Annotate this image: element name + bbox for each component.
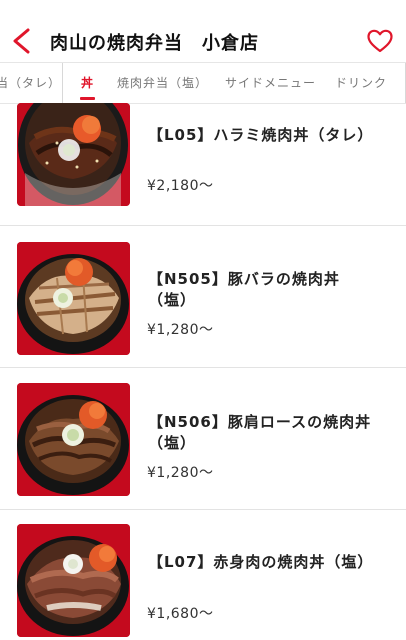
row-divider	[0, 225, 406, 226]
food-image	[17, 383, 130, 496]
food-image	[17, 242, 130, 355]
food-image	[17, 103, 130, 206]
item-name: 【N506】豚肩ロースの焼肉丼（塩）	[148, 413, 372, 452]
tab-drink[interactable]: ドリンク	[335, 63, 387, 103]
tab-bento-tare[interactable]: 当（タレ）	[0, 63, 61, 103]
list-item[interactable]: 【L05】ハラミ焼肉丼（タレ） ¥2,180〜	[0, 103, 406, 236]
back-button[interactable]	[10, 28, 32, 58]
item-price: ¥2,180〜	[147, 178, 214, 194]
item-name: 【N505】豚バラの焼肉丼（塩）	[148, 270, 340, 309]
row-divider	[0, 509, 406, 510]
list-item[interactable]: 【L07】赤身肉の焼肉丼（塩） ¥1,680〜	[0, 519, 406, 640]
active-tab-indicator	[80, 97, 95, 100]
list-item[interactable]: 【N505】豚バラの焼肉丼（塩） ¥1,280〜	[0, 237, 406, 377]
item-price: ¥1,680〜	[147, 606, 214, 622]
tab-bento-shio[interactable]: 焼肉弁当（塩）	[117, 63, 208, 103]
menu-page: 肉山の焼肉弁当 小倉店 当（タレ） 丼 焼肉弁当（塩） サイドメニュー ドリンク	[0, 0, 406, 640]
item-price: ¥1,280〜	[147, 322, 214, 338]
item-name: 【L05】ハラミ焼肉丼（タレ）	[148, 126, 374, 144]
row-divider	[0, 367, 406, 368]
food-image	[17, 524, 130, 637]
item-price: ¥1,280〜	[147, 465, 214, 481]
tab-side-menu[interactable]: サイドメニュー	[225, 63, 316, 103]
item-name: 【L07】赤身肉の焼肉丼（塩）	[148, 553, 374, 571]
page-title: 肉山の焼肉弁当 小倉店	[50, 33, 259, 54]
category-tabs: 当（タレ） 丼 焼肉弁当（塩） サイドメニュー ドリンク	[0, 62, 406, 104]
header: 肉山の焼肉弁当 小倉店	[0, 0, 406, 62]
list-item[interactable]: 【N506】豚肩ロースの焼肉丼（塩） ¥1,280〜	[0, 378, 406, 518]
heart-icon	[367, 29, 393, 57]
favorite-button[interactable]	[366, 29, 394, 57]
menu-list: 【L05】ハラミ焼肉丼（タレ） ¥2,180〜 【N505】豚バラの焼肉丼（塩）…	[0, 103, 406, 640]
tab-separator	[62, 63, 63, 103]
chevron-left-icon	[11, 27, 31, 59]
